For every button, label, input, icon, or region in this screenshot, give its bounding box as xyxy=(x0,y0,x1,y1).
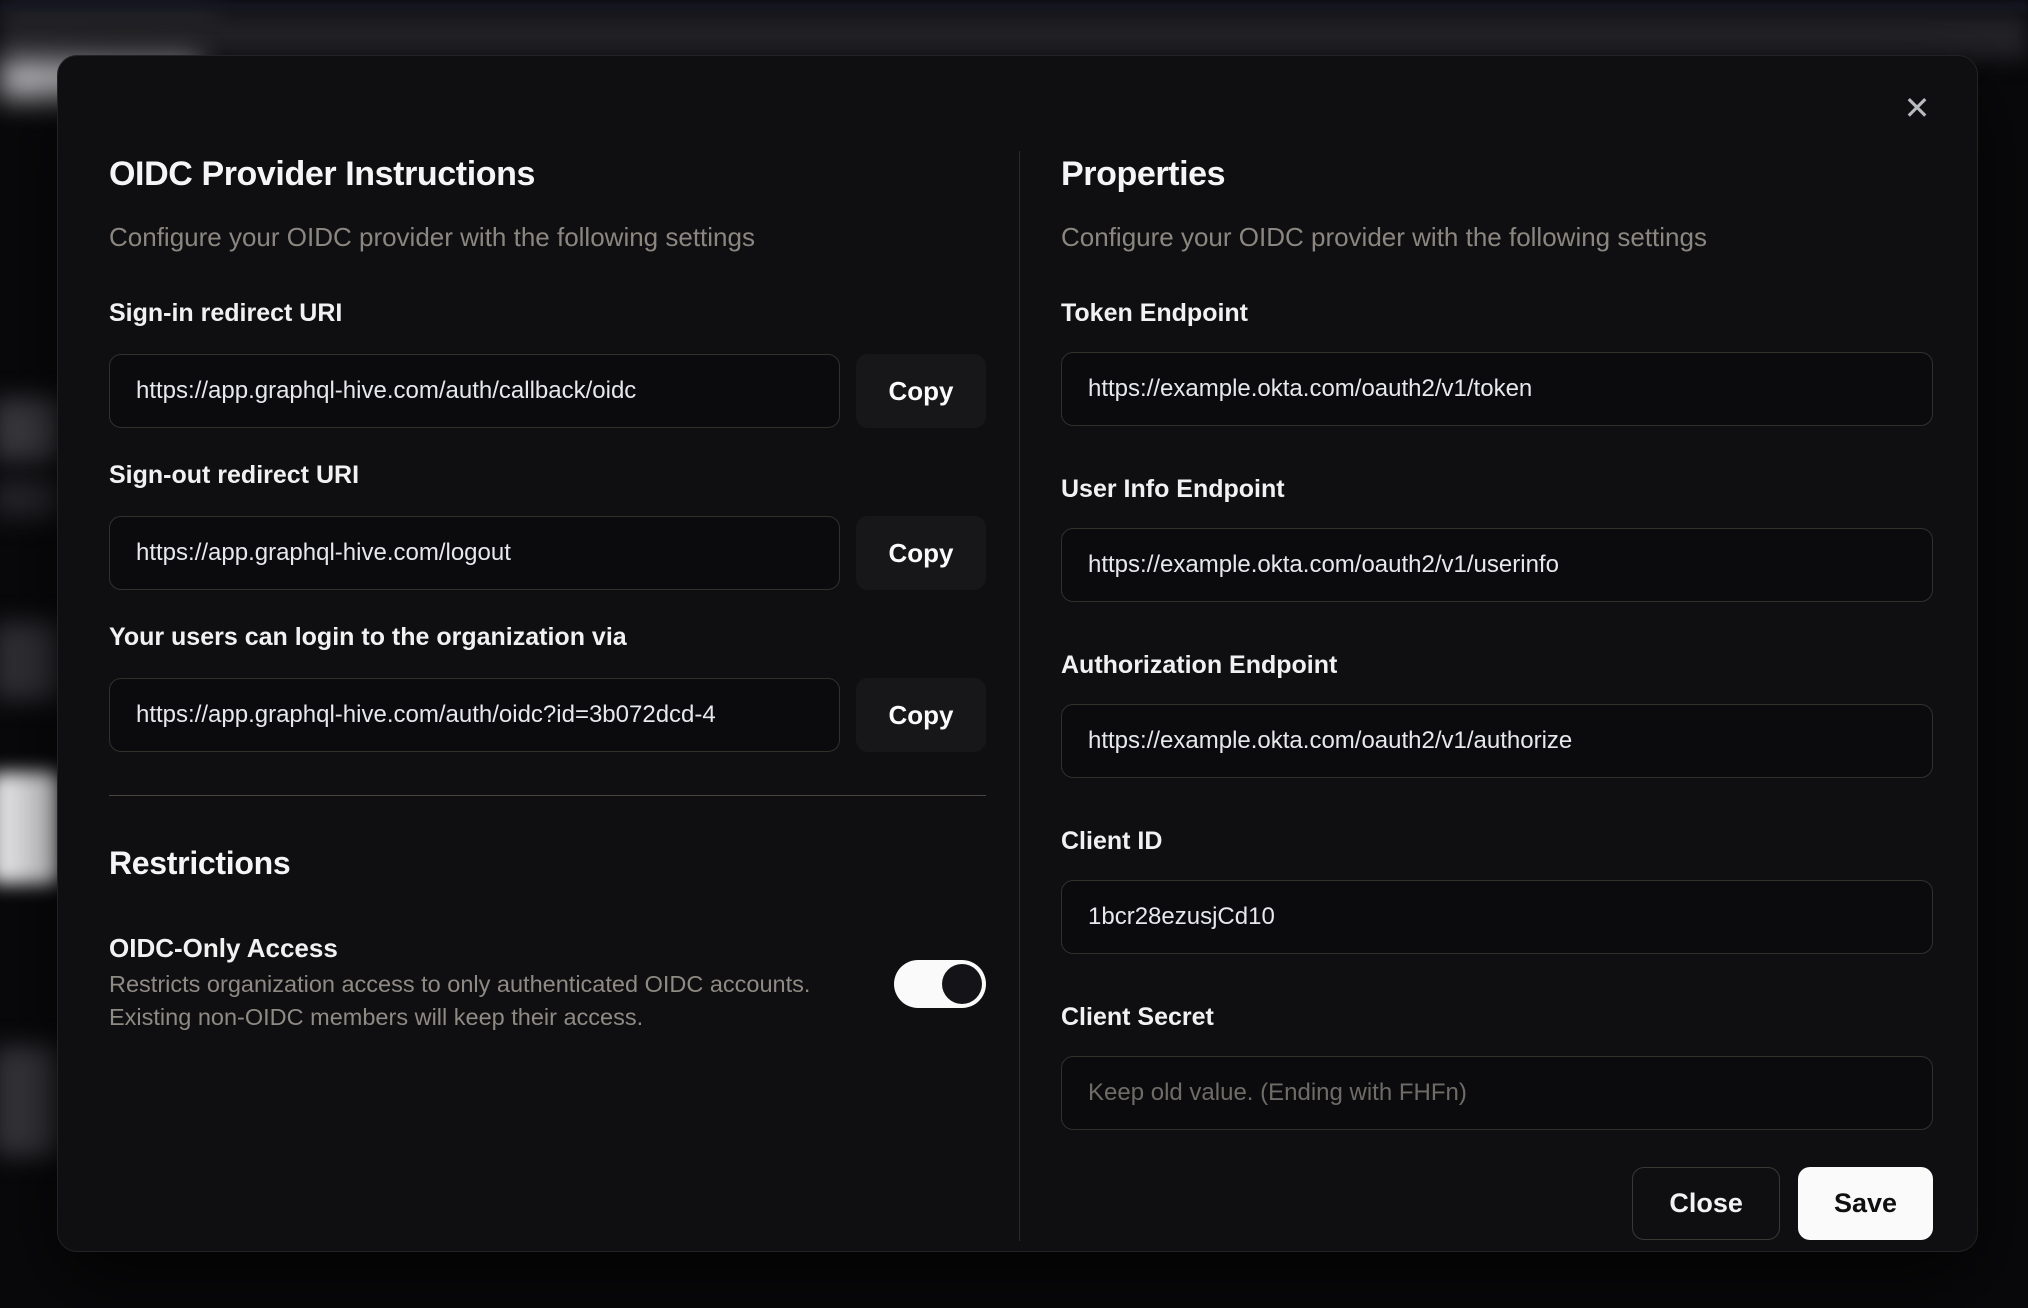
authorization-endpoint-label: Authorization Endpoint xyxy=(1061,651,1338,679)
instructions-column: OIDC Provider Instructions Configure you… xyxy=(109,152,986,1034)
properties-title: Properties xyxy=(1061,155,1226,193)
token-endpoint-input[interactable] xyxy=(1061,352,1933,426)
properties-column: Properties Configure your OIDC provider … xyxy=(1061,152,1933,1240)
client-secret-label: Client Secret xyxy=(1061,1003,1214,1031)
oidc-only-access-description: Restricts organization access to only au… xyxy=(109,968,849,1034)
user-info-endpoint-input[interactable] xyxy=(1061,528,1933,602)
client-secret-input[interactable] xyxy=(1061,1056,1933,1130)
section-divider xyxy=(109,795,986,796)
sign-out-redirect-uri-input[interactable] xyxy=(109,516,840,590)
authorization-endpoint-input[interactable] xyxy=(1061,704,1933,778)
modal-footer: Close Save xyxy=(1061,1167,1933,1240)
background-blur-element xyxy=(0,772,60,884)
column-divider xyxy=(1019,151,1020,1241)
background-blur-band xyxy=(0,0,2028,13)
client-id-input[interactable] xyxy=(1061,880,1933,954)
toggle-knob xyxy=(942,964,982,1004)
properties-subtitle: Configure your OIDC provider with the fo… xyxy=(1061,222,1707,252)
oidc-only-access-label: OIDC-Only Access xyxy=(109,933,338,963)
user-info-endpoint-label: User Info Endpoint xyxy=(1061,475,1285,503)
background-blur-element xyxy=(0,622,60,700)
sign-in-redirect-uri-input[interactable] xyxy=(109,354,840,428)
client-id-label: Client ID xyxy=(1061,827,1163,855)
save-button[interactable]: Save xyxy=(1797,1167,1933,1240)
oidc-only-access-row: OIDC-Only Access Restricts organization … xyxy=(109,932,986,1034)
login-url-input[interactable] xyxy=(109,678,840,752)
background-blur-band xyxy=(0,13,2028,59)
sign-out-redirect-uri-label: Sign-out redirect URI xyxy=(109,461,360,489)
sign-in-redirect-uri-label: Sign-in redirect URI xyxy=(109,299,343,327)
instructions-title: OIDC Provider Instructions xyxy=(109,155,536,193)
restrictions-title: Restrictions xyxy=(109,845,291,881)
oidc-only-access-toggle[interactable] xyxy=(894,960,986,1008)
token-endpoint-label: Token Endpoint xyxy=(1061,299,1249,327)
instructions-subtitle: Configure your OIDC provider with the fo… xyxy=(109,222,755,252)
copy-login-url-button[interactable]: Copy xyxy=(856,678,986,752)
copy-sign-out-uri-button[interactable]: Copy xyxy=(856,516,986,590)
description-line-2: Existing non-OIDC members will keep thei… xyxy=(109,1004,644,1030)
oidc-settings-modal: ✕ OIDC Provider Instructions Configure y… xyxy=(57,55,1978,1252)
close-icon[interactable]: ✕ xyxy=(1891,82,1943,134)
background-blur-element xyxy=(0,478,60,518)
login-url-label: Your users can login to the organization… xyxy=(109,623,627,651)
copy-sign-in-uri-button[interactable]: Copy xyxy=(856,354,986,428)
description-line-1: Restricts organization access to only au… xyxy=(109,971,811,997)
oidc-only-access-text: OIDC-Only Access Restricts organization … xyxy=(109,932,849,1034)
close-button[interactable]: Close xyxy=(1632,1167,1780,1240)
background-blur-element xyxy=(0,398,60,462)
background-blur-element xyxy=(0,1046,58,1156)
